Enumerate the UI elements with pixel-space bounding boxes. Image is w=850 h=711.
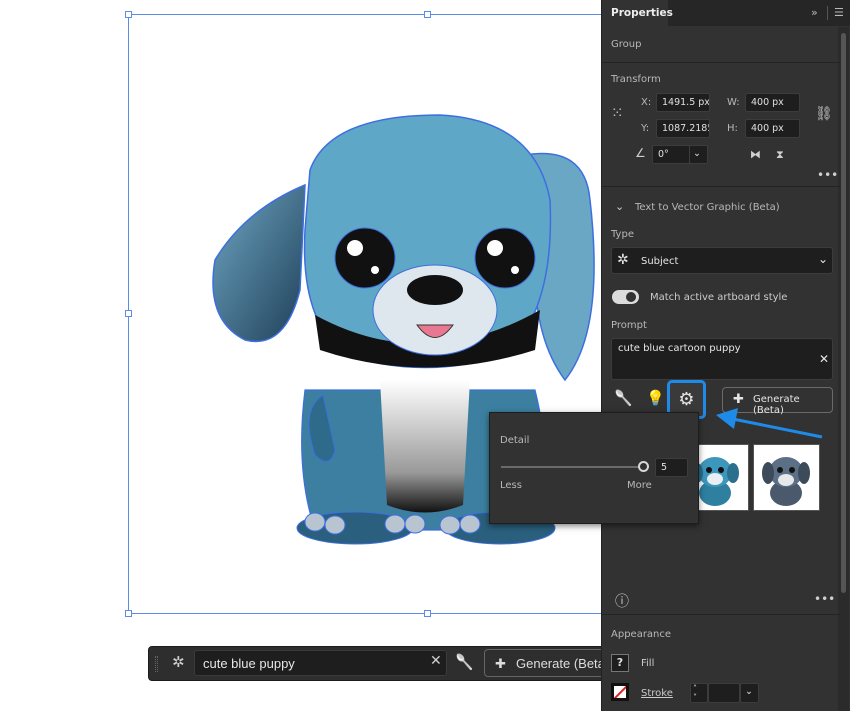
suggestions-bulb-icon[interactable]: 💡 (646, 389, 665, 407)
more-options-icon[interactable]: ••• (814, 592, 835, 606)
no-stroke-icon (614, 686, 626, 698)
stroke-weight-dropdown[interactable]: ⌄ (740, 683, 759, 703)
panel-menu-icon[interactable]: ☰ (834, 6, 844, 19)
annotation-arrow (716, 408, 823, 439)
flip-horizontal-icon[interactable]: ⧓ (750, 148, 761, 161)
reference-point-icon[interactable]: ⁙ (611, 104, 624, 122)
chevron-down-icon[interactable]: ⌄ (615, 200, 624, 213)
generate-sparkle-icon: ✚ (495, 656, 506, 671)
scroll-thumb[interactable] (841, 33, 846, 593)
rotate-dropdown[interactable]: ⌄ (689, 145, 708, 164)
detail-value-field[interactable]: 5 (655, 458, 688, 477)
y-label: Y: (641, 123, 650, 134)
chevron-down-icon: ⌄ (818, 252, 829, 266)
selection-type: Group (611, 39, 642, 50)
drag-grip[interactable] (155, 656, 158, 672)
t2v-heading: Text to Vector Graphic (Beta) (635, 202, 780, 213)
fill-swatch[interactable]: ? (611, 654, 629, 672)
sample-style-icon[interactable]: 🥄 (614, 389, 633, 407)
subject-icon: ✲ (617, 252, 629, 268)
flip-vertical-icon[interactable]: ⧗ (776, 148, 784, 162)
info-icon[interactable]: ⓘ (615, 591, 629, 611)
x-label: X: (641, 97, 652, 108)
resize-handle[interactable] (125, 310, 132, 317)
chevron-down-icon: ⌄ (693, 148, 701, 159)
transform-heading: Transform (611, 74, 661, 85)
generate-label: Generate (Beta) (516, 656, 610, 671)
match-style-toggle[interactable] (612, 290, 639, 304)
x-field[interactable]: 1491.5 px (656, 93, 710, 112)
stroke-weight-stepper[interactable]: ˄ ˅ (690, 683, 708, 703)
constrain-proportions-icon[interactable]: ⛓ (815, 106, 833, 122)
divider (602, 62, 840, 63)
type-value: Subject (641, 256, 679, 267)
stroke-swatch[interactable] (611, 683, 629, 701)
appearance-heading: Appearance (611, 629, 672, 640)
h-field[interactable]: 400 px (745, 119, 800, 138)
resize-handle[interactable] (424, 11, 431, 18)
detail-slider-track[interactable] (501, 466, 643, 468)
h-label: H: (727, 123, 738, 134)
divider (602, 186, 840, 187)
resize-handle[interactable] (125, 610, 132, 617)
match-style-label: Match active artboard style (650, 292, 788, 303)
tab-properties[interactable]: Properties (602, 0, 673, 26)
gear-icon: ⚙ (678, 389, 695, 410)
stroke-weight-field[interactable] (708, 683, 740, 703)
prompt-textarea[interactable]: cute blue cartoon puppy (611, 338, 833, 380)
more-options-icon[interactable]: ••• (817, 168, 838, 182)
prompt-input[interactable]: cute blue puppy (194, 650, 447, 676)
y-field[interactable]: 1087.2185 (656, 119, 710, 138)
detail-min-label: Less (500, 480, 522, 491)
clear-icon[interactable]: ✕ (819, 352, 829, 366)
detail-max-label: More (627, 480, 652, 491)
divider (602, 614, 840, 615)
type-dropdown[interactable]: ✲ Subject ⌄ (611, 247, 833, 274)
panel-header: Properties » ☰ (602, 0, 850, 26)
unknown-fill-icon: ? (616, 656, 624, 669)
type-label: Type (611, 229, 634, 240)
collapse-icon[interactable]: » (811, 6, 818, 19)
stepper-up-icon: ˄ (693, 684, 697, 693)
sample-style-icon[interactable]: 🥄 (455, 653, 474, 671)
resize-handle[interactable] (125, 11, 132, 18)
clear-icon[interactable]: ✕ (430, 653, 442, 669)
chevron-down-icon: ⌄ (745, 686, 753, 697)
vector-generate-icon: ✲ (172, 653, 185, 671)
stroke-label[interactable]: Stroke (641, 688, 673, 699)
detail-title: Detail (500, 435, 530, 446)
divider (827, 6, 828, 20)
w-field[interactable]: 400 px (745, 93, 800, 112)
rotate-field[interactable]: 0° (652, 145, 690, 164)
fill-label: Fill (641, 658, 655, 669)
stepper-down-icon: ˅ (693, 693, 697, 702)
puppy-thumbnail (762, 457, 810, 506)
prompt-text: cute blue cartoon puppy (618, 343, 741, 354)
detail-slider-knob[interactable] (638, 461, 649, 472)
rotate-angle-icon: ∠ (635, 146, 646, 160)
panel-scrollbar[interactable] (838, 27, 849, 711)
resize-handle[interactable] (424, 610, 431, 617)
variation-thumbnail[interactable] (753, 444, 820, 511)
canvas[interactable] (0, 0, 601, 711)
w-label: W: (727, 97, 740, 108)
prompt-label: Prompt (611, 320, 647, 331)
